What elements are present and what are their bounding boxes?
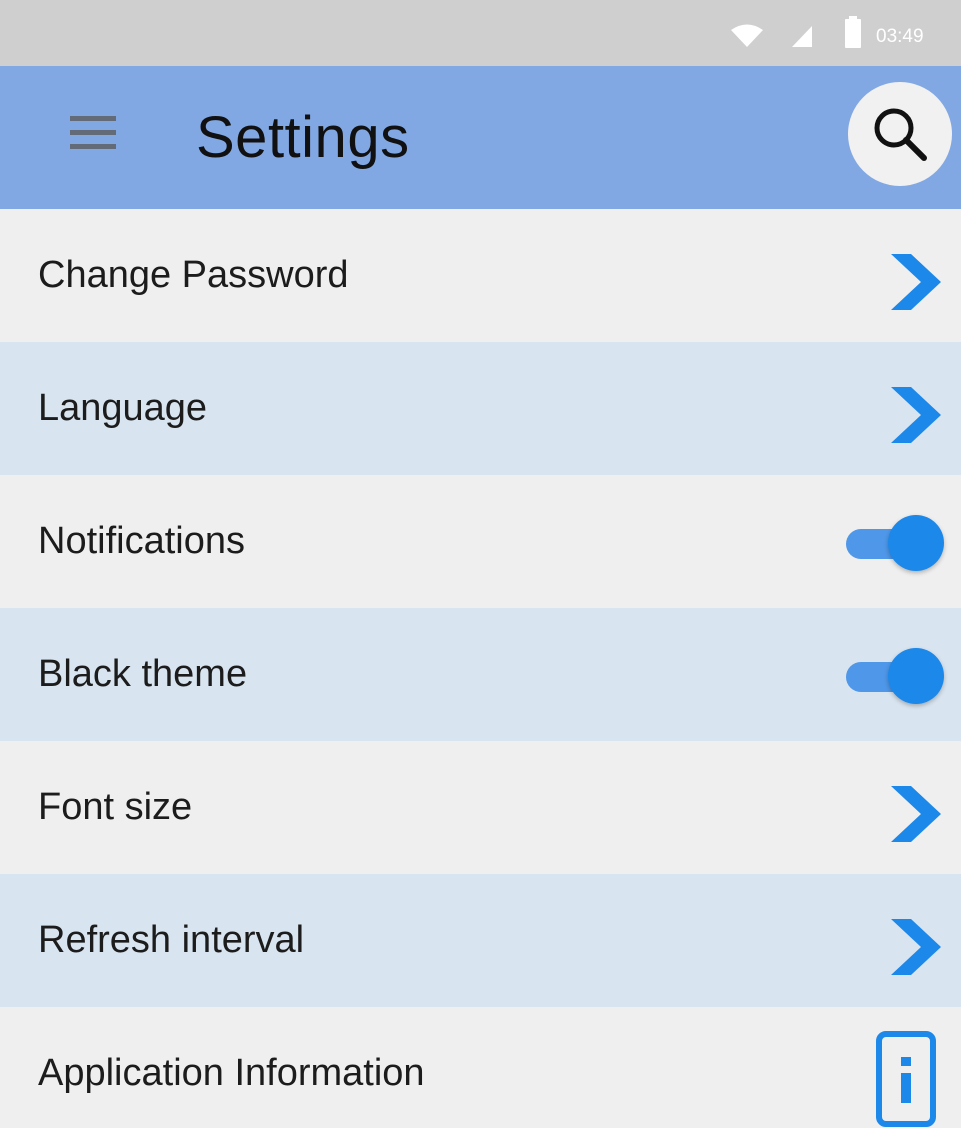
- menu-button[interactable]: [60, 110, 120, 166]
- black-theme-toggle[interactable]: [846, 648, 946, 706]
- setting-row-language[interactable]: Language: [0, 342, 961, 475]
- setting-row-refresh-interval[interactable]: Refresh interval: [0, 874, 961, 1007]
- chevron-right-icon: [891, 919, 941, 975]
- setting-row-notifications: Notifications: [0, 475, 961, 608]
- setting-label: Black theme: [38, 653, 248, 695]
- setting-label: Language: [38, 387, 208, 429]
- settings-list: Change Password Language Notifications B…: [0, 209, 961, 1128]
- setting-row-application-information[interactable]: Application Information: [0, 1007, 961, 1128]
- chevron-right-icon: [891, 387, 941, 443]
- info-icon[interactable]: [876, 1031, 936, 1127]
- setting-label: Application Information: [38, 1052, 425, 1094]
- search-icon: [874, 108, 927, 161]
- setting-row-change-password[interactable]: Change Password: [0, 209, 961, 342]
- toggle-knob: [888, 648, 944, 704]
- setting-label: Notifications: [38, 520, 245, 562]
- wifi-icon: [731, 24, 763, 47]
- app-bar: Settings: [0, 66, 961, 209]
- setting-row-font-size[interactable]: Font size: [0, 741, 961, 874]
- setting-row-black-theme: Black theme: [0, 608, 961, 741]
- settings-screen: 03:49 Settings Change Password Language …: [0, 0, 961, 1128]
- setting-label: Refresh interval: [38, 919, 305, 961]
- status-clock: 03:49: [876, 26, 924, 47]
- setting-label: Change Password: [38, 254, 349, 296]
- chevron-right-icon: [891, 254, 941, 310]
- search-button[interactable]: [848, 82, 952, 186]
- signal-icon: [792, 26, 812, 47]
- chevron-right-icon: [891, 786, 941, 842]
- setting-label: Font size: [38, 786, 193, 828]
- battery-icon: [845, 16, 861, 48]
- notifications-toggle[interactable]: [846, 515, 946, 573]
- page-title: Settings: [196, 105, 410, 170]
- status-bar: 03:49: [0, 0, 961, 66]
- toggle-knob: [888, 515, 944, 571]
